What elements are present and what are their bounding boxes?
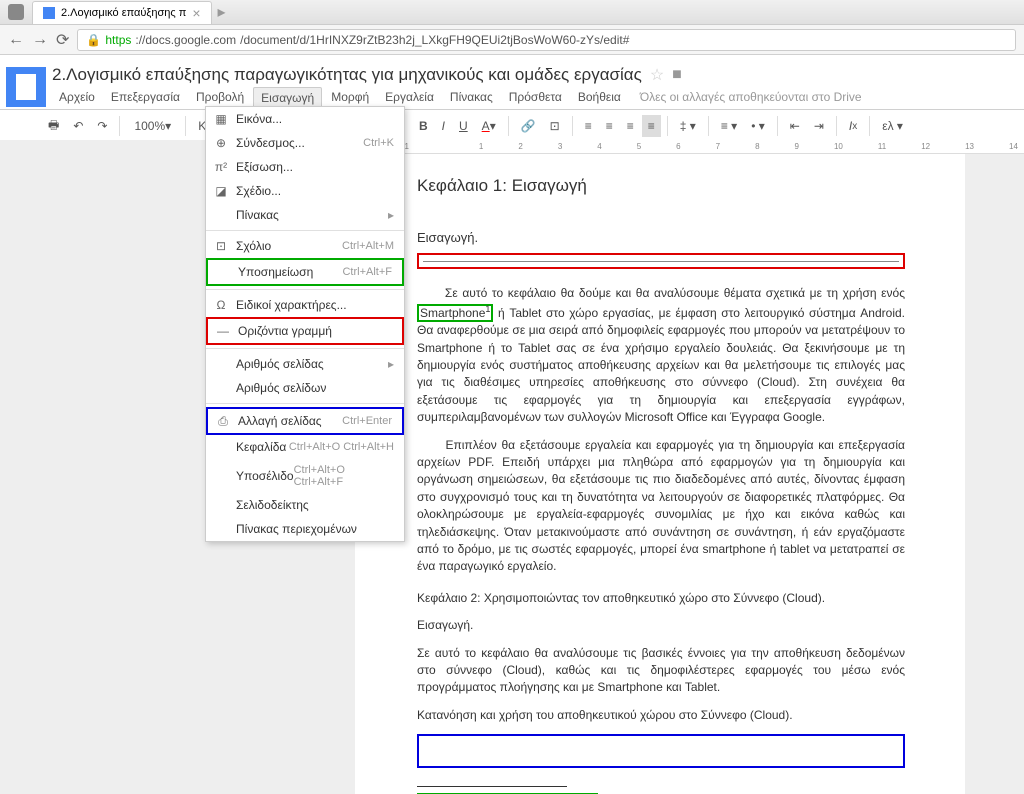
menu-item-πνακας[interactable]: Πίνακας▸ (206, 203, 404, 227)
indent-decrease-button[interactable]: ⇤ (784, 115, 806, 137)
tab-title: 2.Λογισμικό επαύξησης π (61, 7, 186, 19)
horizontal-ruler[interactable]: 21123456789101112131415161718 (355, 140, 1024, 154)
reload-button[interactable]: ⟳ (56, 30, 69, 50)
menu-item-αλλαγσελδας[interactable]: ⎙Αλλαγή σελίδαςCtrl+Enter (206, 407, 404, 435)
paragraph: Επιπλέον θα εξετάσουμε εργαλεία και εφαρ… (417, 437, 905, 576)
menu-item-κεφαλδα[interactable]: ΚεφαλίδαCtrl+Alt+O Ctrl+Alt+H (206, 435, 404, 459)
favicon (43, 7, 55, 19)
forward-button[interactable]: → (32, 31, 48, 49)
section-title: Κεφάλαιο 2: Χρησιμοποιώντας τον αποθηκευ… (417, 590, 905, 607)
comment-button[interactable]: ⊡ (544, 115, 566, 137)
lock-icon: 🔒 (86, 33, 101, 47)
menu-item-αριθμςσελδας[interactable]: Αριθμός σελίδας▸ (206, 352, 404, 376)
docs-logo[interactable] (6, 67, 46, 107)
toolbar: 🖶 ↶ ↷ 100% ▾ Κα B I U A ▾ 🔗 ⊡ ≡ ≡ ≡ ≡ ‡ … (0, 109, 1024, 143)
browser-tab[interactable]: 2.Λογισμικό επαύξησης π × (32, 1, 212, 24)
menu-item-εικνα[interactable]: ▦Εικόνα... (206, 107, 404, 131)
zoom-select[interactable]: 100% ▾ (126, 115, 179, 137)
menu-item-υποσλιδο[interactable]: ΥποσέλιδοCtrl+Alt+O Ctrl+Alt+F (206, 459, 404, 493)
menu-item-ειδικοχαρακτρες[interactable]: ΩΕιδικοί χαρακτήρες... (206, 293, 404, 317)
line-spacing-button[interactable]: ‡ ▾ (674, 115, 702, 137)
menu-table[interactable]: Πίνακας (443, 87, 500, 109)
align-left-button[interactable]: ≡ (579, 115, 598, 137)
star-icon[interactable]: ☆ (650, 65, 664, 85)
undo-button[interactable]: ↶ (67, 115, 89, 137)
horizontal-rule-highlight (417, 253, 905, 269)
tab-close-icon[interactable]: × (192, 5, 200, 21)
menu-item-σελιδοδεκτης[interactable]: Σελιδοδείκτης (206, 493, 404, 517)
browser-tab-strip: 2.Λογισμικό επαύξησης π × ▸ (0, 0, 1024, 25)
numbered-list-button[interactable]: ≡ ▾ (715, 115, 743, 137)
redo-button[interactable]: ↷ (91, 115, 113, 137)
menu-item-οριζντιαγραμμ[interactable]: —Οριζόντια γραμμή (206, 317, 404, 345)
menu-addons[interactable]: Πρόσθετα (502, 87, 569, 109)
link-button[interactable]: 🔗 (515, 115, 542, 137)
menu-help[interactable]: Βοήθεια (571, 87, 628, 109)
menu-item-εξσωση[interactable]: π²Εξίσωση... (206, 155, 404, 179)
menu-item-σνδεσμος[interactable]: ⊕Σύνδεσμος...Ctrl+K (206, 131, 404, 155)
address-bar[interactable]: 🔒 https://docs.google.com/document/d/1Hr… (77, 29, 1016, 51)
docs-header: 2.Λογισμικό επαύξησης παραγωγικότητας γι… (0, 55, 1024, 109)
paragraph: Σε αυτό το κεφάλαιο θα δούμε και θα αναλ… (417, 285, 905, 426)
paragraph: Σε αυτό το κεφάλαιο θα αναλύσουμε τις βα… (417, 645, 905, 697)
menu-bar: Αρχείο Επεξεργασία Προβολή Εισαγωγή Μορφ… (52, 87, 1024, 109)
menu-item-σχδιο[interactable]: ◪Σχέδιο... (206, 179, 404, 203)
menu-item-αριθμςσελδων[interactable]: Αριθμός σελίδων (206, 376, 404, 400)
clear-formatting-button[interactable]: Ix (843, 115, 863, 137)
menu-edit[interactable]: Επεξεργασία (104, 87, 187, 109)
menu-file[interactable]: Αρχείο (52, 87, 102, 109)
browser-profile-icon (8, 4, 24, 20)
section-title: Εισαγωγή. (417, 229, 905, 248)
highlighted-word: Smartphone1 (417, 304, 493, 322)
document-title[interactable]: 2.Λογισμικό επαύξησης παραγωγικότητας γι… (52, 65, 642, 85)
section-intro: Εισαγωγή. (417, 617, 905, 634)
back-button[interactable]: ← (8, 31, 24, 49)
bulleted-list-button[interactable]: • ▾ (745, 115, 771, 137)
heading-1: Κεφάλαιο 1: Εισαγωγή (417, 174, 905, 199)
new-tab-button[interactable]: ▸ (218, 2, 226, 22)
align-justify-button[interactable]: ≡ (642, 115, 661, 137)
insert-menu-dropdown: ▦Εικόνα...⊕Σύνδεσμος...Ctrl+Kπ²Εξίσωση..… (205, 106, 405, 542)
underline-button[interactable]: U (453, 115, 474, 137)
italic-button[interactable]: I (436, 115, 451, 137)
url-protocol: https (105, 33, 131, 47)
page-break-highlight (417, 734, 905, 768)
folder-icon[interactable]: ■ (672, 66, 682, 84)
menu-item-πνακαςπεριεχομνων[interactable]: Πίνακας περιεχομένων (206, 517, 404, 541)
document-page[interactable]: Κεφάλαιο 1: Εισαγωγή Εισαγωγή. Σε αυτό τ… (355, 154, 965, 794)
browser-nav-bar: ← → ⟳ 🔒 https://docs.google.com/document… (0, 25, 1024, 55)
language-input-select[interactable]: ελ ▾ (876, 115, 909, 137)
print-button[interactable]: 🖶 (42, 112, 65, 141)
align-right-button[interactable]: ≡ (621, 115, 640, 137)
menu-item-σχλιο[interactable]: ⊡ΣχόλιοCtrl+Alt+M (206, 234, 404, 258)
menu-item-υποσημεωση[interactable]: ΥποσημείωσηCtrl+Alt+F (206, 258, 404, 286)
align-center-button[interactable]: ≡ (600, 115, 619, 137)
indent-increase-button[interactable]: ⇥ (808, 115, 830, 137)
text-color-button[interactable]: A ▾ (476, 115, 502, 137)
footnote-separator (417, 786, 567, 787)
bold-button[interactable]: B (413, 115, 434, 137)
save-status: Όλες οι αλλαγές αποθηκεύονται στο Drive (630, 87, 872, 109)
section-title: Κατανόηση και χρήση του αποθηκευτικού χώ… (417, 707, 905, 724)
document-container: 21123456789101112131415161718 Κεφάλαιο 1… (0, 140, 1024, 794)
